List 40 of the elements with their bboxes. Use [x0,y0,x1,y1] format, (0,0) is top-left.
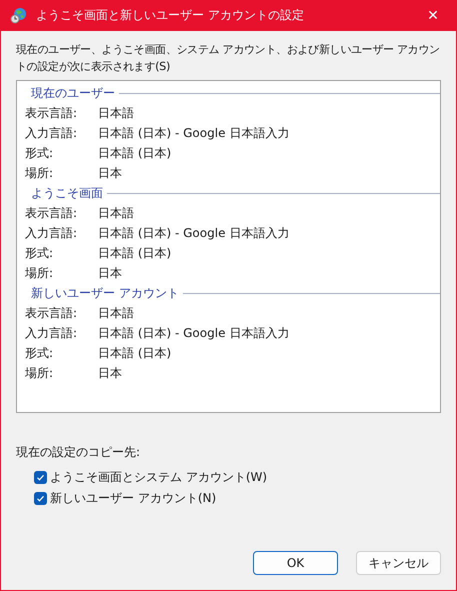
checkbox[interactable] [34,471,47,484]
check-icon [36,494,45,503]
checkbox-label: ようこそ画面とシステム アカウント(W) [50,469,268,486]
setting-label: 入力言語: [25,124,78,142]
setting-value: 日本 [98,164,123,182]
setting-label: 場所: [25,364,54,382]
close-button[interactable]: ✕ [410,0,456,31]
check-icon [36,473,45,482]
setting-value: 日本語 (日本) - Google 日本語入力 [98,124,290,142]
setting-value: 日本語 (日本) [98,344,172,362]
group-title: ようこそ画面 [31,184,103,202]
setting-value: 日本語 (日本) - Google 日本語入力 [98,224,290,242]
cancel-button[interactable]: キャンセル [356,551,441,575]
setting-value: 日本語 (日本) [98,244,172,262]
setting-value: 日本語 [98,304,135,322]
setting-label: 場所: [25,164,54,182]
setting-label: 入力言語: [25,224,78,242]
setting-label: 表示言語: [25,204,78,222]
copy-label: 現在の設定のコピー先: [16,444,142,461]
ok-button[interactable]: OK [253,551,338,575]
window-title: ようこそ画面と新しいユーザー アカウントの設定 [36,7,305,24]
description-text: 現在のユーザー、ようこそ画面、システム アカウント、および新しいユーザー アカウントの設定が次に表示されます(S) [16,42,441,75]
checkbox-label: 新しいユーザー アカウント(N) [50,490,216,507]
setting-value: 日本 [98,264,123,282]
globe-icon [10,7,27,24]
setting-label: 場所: [25,264,54,282]
setting-label: 入力言語: [25,324,78,342]
setting-value: 日本語 [98,104,135,122]
setting-value: 日本 [98,364,123,382]
group-title: 新しいユーザー アカウント [31,284,179,302]
setting-label: 表示言語: [25,304,78,322]
setting-label: 形式: [25,244,54,262]
setting-value: 日本語 [98,204,135,222]
setting-label: 形式: [25,144,54,162]
setting-label: 形式: [25,344,54,362]
group-title: 現在のユーザー [31,84,115,102]
setting-label: 表示言語: [25,104,78,122]
setting-value: 日本語 (日本) [98,144,172,162]
checkbox[interactable] [34,492,47,505]
setting-value: 日本語 (日本) - Google 日本語入力 [98,324,290,342]
